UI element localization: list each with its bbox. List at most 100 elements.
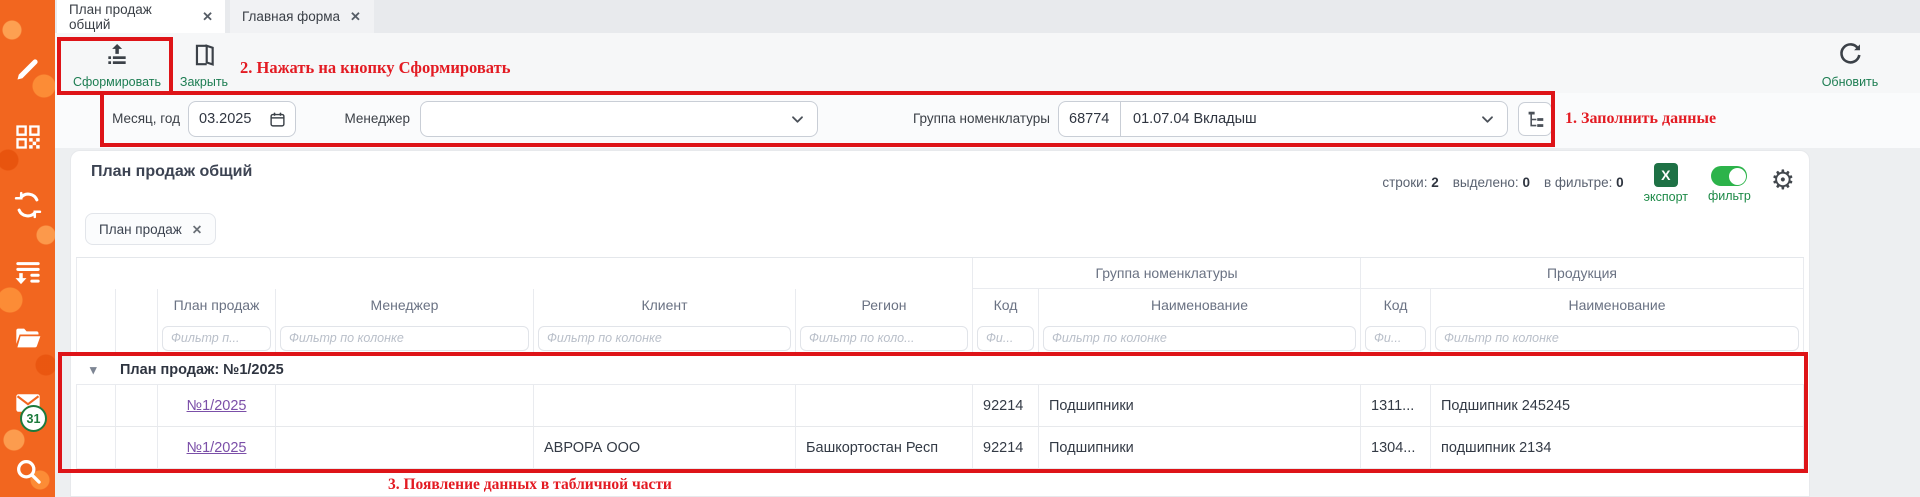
manager-select[interactable]	[420, 101, 818, 137]
toggle-on-icon[interactable]	[1711, 166, 1748, 186]
cell-client: АВРОРА ООО	[534, 427, 796, 468]
panel-stats-cluster: строки: 2 выделено: 0 в фильтре: 0 X экс…	[1382, 157, 1795, 204]
generate-button-label: Сформировать	[72, 75, 162, 89]
cell-prod-code: 1304...	[1361, 427, 1431, 468]
tab-close-icon[interactable]: ✕	[350, 9, 361, 25]
filter-input-client[interactable]	[538, 325, 791, 351]
filter-chip-sales-plan[interactable]: План продаж ✕	[85, 213, 217, 245]
filter-input-prod-code[interactable]	[1365, 325, 1426, 351]
panel-title: План продаж общий	[91, 163, 253, 180]
cell-group-name: Подшипники	[1039, 427, 1361, 468]
col-client: Клиент	[534, 289, 796, 321]
manager-label: Менеджер	[344, 111, 411, 126]
nomenclature-group-name[interactable]: 01.07.04 Вкладыш	[1121, 111, 1480, 127]
month-input-wrap	[188, 101, 296, 137]
rows-count: 2	[1431, 175, 1439, 190]
selected-count: 0	[1522, 175, 1530, 190]
cell-prod-name: Подшипник 245245	[1431, 385, 1804, 426]
table-row[interactable]: №1/2025 АВРОРА ООО Башкортостан Респ 922…	[76, 427, 1804, 469]
sync-refresh-icon[interactable]	[13, 190, 43, 220]
table-group-row: ▾ План продаж: №1/2025	[76, 355, 1804, 385]
month-label: Месяц, год	[112, 111, 180, 126]
group-row-label: План продаж: №1/2025	[120, 362, 284, 378]
filter-input-group-name[interactable]	[1043, 325, 1356, 351]
cell-prod-code: 1311...	[1361, 385, 1431, 426]
filter-input-prod-name[interactable]	[1435, 325, 1799, 351]
table-filter-row	[76, 321, 1804, 355]
sales-plan-panel: План продаж общий строки: 2 выделено: 0 …	[70, 150, 1810, 497]
folder-icon[interactable]	[13, 323, 43, 353]
cell-manager	[276, 385, 534, 426]
chevron-down-icon	[792, 115, 803, 123]
cell-prod-name: подшипник 2134	[1431, 427, 1804, 468]
nomenclature-group-label: Группа номенклатуры	[912, 111, 1050, 126]
close-form-button[interactable]: Закрыть	[173, 42, 235, 89]
cell-region: Башкортостан Респ	[796, 427, 973, 468]
filter-input-group-code[interactable]	[977, 325, 1034, 351]
search-icon[interactable]	[13, 456, 43, 486]
filter-toggle-label: фильтр	[1708, 189, 1751, 203]
filtered-count: 0	[1616, 175, 1624, 190]
chip-close-icon[interactable]: ✕	[192, 222, 202, 237]
plan-document-link[interactable]: №1/2025	[187, 398, 247, 414]
generate-report-icon	[108, 43, 126, 64]
gear-icon[interactable]: ⚙	[1771, 167, 1795, 194]
collapse-triangle-icon[interactable]: ▾	[90, 362, 97, 378]
app-window: 31 План продаж общий ✕ Главная форма ✕ С…	[0, 0, 1920, 497]
tab-sales-plan[interactable]: План продаж общий ✕	[57, 0, 225, 33]
tab-bar: План продаж общий ✕ Главная форма ✕	[55, 0, 1920, 33]
col-prod-code: Код	[1361, 289, 1431, 321]
col-group-name: Наименование	[1039, 289, 1361, 321]
refresh-button-label: Обновить	[1821, 75, 1879, 89]
exit-door-icon	[195, 44, 214, 66]
filter-input-region[interactable]	[800, 325, 968, 351]
month-input[interactable]	[189, 102, 269, 136]
tab-close-icon[interactable]: ✕	[202, 9, 213, 25]
cell-group-name: Подшипники	[1039, 385, 1361, 426]
cell-client	[534, 385, 796, 426]
tree-icon	[1528, 111, 1543, 127]
col-region: Регион	[796, 289, 973, 321]
cell-group-code: 92214	[973, 385, 1039, 426]
excel-icon: X	[1653, 163, 1678, 187]
mail-unread-badge: 31	[20, 405, 47, 432]
sales-plan-table: Группа номенклатуры Продукция План прода…	[76, 257, 1804, 469]
refresh-icon	[1840, 43, 1861, 64]
col-manager: Менеджер	[276, 289, 534, 321]
group-header-nomenclature: Группа номенклатуры	[973, 258, 1361, 289]
tab-label: План продаж общий	[69, 1, 152, 32]
chip-label: План продаж	[99, 221, 182, 237]
close-button-label: Закрыть	[179, 75, 229, 89]
chevron-down-icon	[1482, 115, 1493, 123]
tab-main-form[interactable]: Главная форма ✕	[230, 0, 374, 33]
task-list-icon[interactable]	[13, 257, 43, 287]
hierarchy-tree-button[interactable]	[1518, 102, 1552, 136]
toolbar: Сформировать Закрыть Обновить	[55, 33, 1920, 93]
col-group-code: Код	[973, 289, 1039, 321]
cell-region	[796, 385, 973, 426]
row-counters: строки: 2 выделено: 0 в фильтре: 0	[1382, 175, 1624, 190]
table-group-header-row: Группа номенклатуры Продукция	[76, 257, 1804, 289]
refresh-button[interactable]: Обновить	[1812, 42, 1888, 89]
tab-label: Главная форма	[242, 9, 341, 24]
group-header-production: Продукция	[1361, 258, 1804, 289]
cell-group-code: 92214	[973, 427, 1039, 468]
filter-input-plan[interactable]	[162, 325, 271, 351]
filter-input-manager[interactable]	[280, 325, 529, 351]
export-excel-button[interactable]: X экспорт	[1644, 157, 1688, 204]
plan-document-link[interactable]: №1/2025	[187, 440, 247, 456]
table-row[interactable]: №1/2025 92214 Подшипники 1311... Подшипн…	[76, 385, 1804, 427]
edit-pencil-icon[interactable]	[13, 54, 43, 84]
left-sidebar: 31	[0, 0, 55, 497]
table-header-row: План продаж Менеджер Клиент Регион Код Н…	[76, 289, 1804, 321]
filter-toggle[interactable]: фильтр	[1708, 157, 1751, 203]
col-prod-name: Наименование	[1431, 289, 1804, 321]
qr-code-icon[interactable]	[13, 122, 43, 152]
calendar-icon[interactable]	[269, 111, 286, 128]
nomenclature-group-combo[interactable]: 68774 01.07.04 Вкладыш	[1058, 101, 1508, 137]
generate-button[interactable]: Сформировать	[65, 42, 169, 89]
export-label: экспорт	[1643, 190, 1688, 204]
nomenclature-group-code[interactable]: 68774	[1059, 102, 1121, 136]
col-plan: План продаж	[158, 289, 276, 321]
cell-manager	[276, 427, 534, 468]
